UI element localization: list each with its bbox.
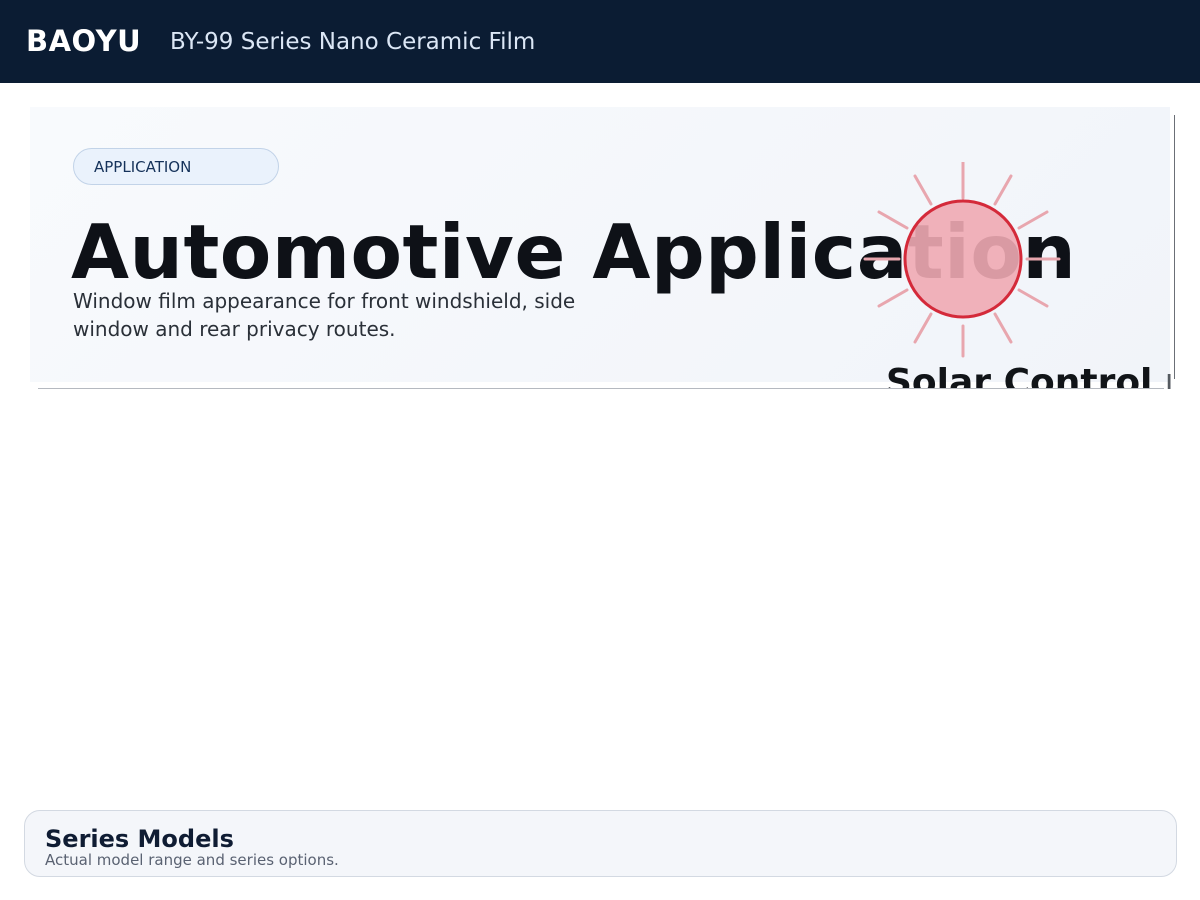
solar-control-label: Solar Control I <box>886 361 1173 389</box>
series-models-subtitle: Actual model range and series options. <box>45 851 339 869</box>
series-models-title: Series Models <box>45 825 234 853</box>
hero-description: Window film appearance for front windshi… <box>73 289 576 341</box>
sun-icon <box>863 162 1061 358</box>
brand-logo[interactable]: BAOYU <box>26 23 141 59</box>
hero-bottom-divider <box>38 388 1164 389</box>
product-title: BY-99 Series Nano Ceramic Film <box>170 29 536 55</box>
solar-control-suffix: I <box>1164 368 1174 389</box>
sun-disc <box>903 199 1023 319</box>
hero-section: APPLICATION Automotive Application Windo… <box>30 107 1176 389</box>
top-header: BAOYU BY-99 Series Nano Ceramic Film <box>0 0 1200 83</box>
hero-right-border <box>1174 115 1175 379</box>
solar-control-text: Solar Control <box>886 362 1153 389</box>
hero-panel: APPLICATION Automotive Application Windo… <box>30 107 1173 389</box>
series-models-card[interactable]: Series Models Actual model range and ser… <box>24 810 1177 877</box>
application-badge: APPLICATION <box>73 148 279 185</box>
